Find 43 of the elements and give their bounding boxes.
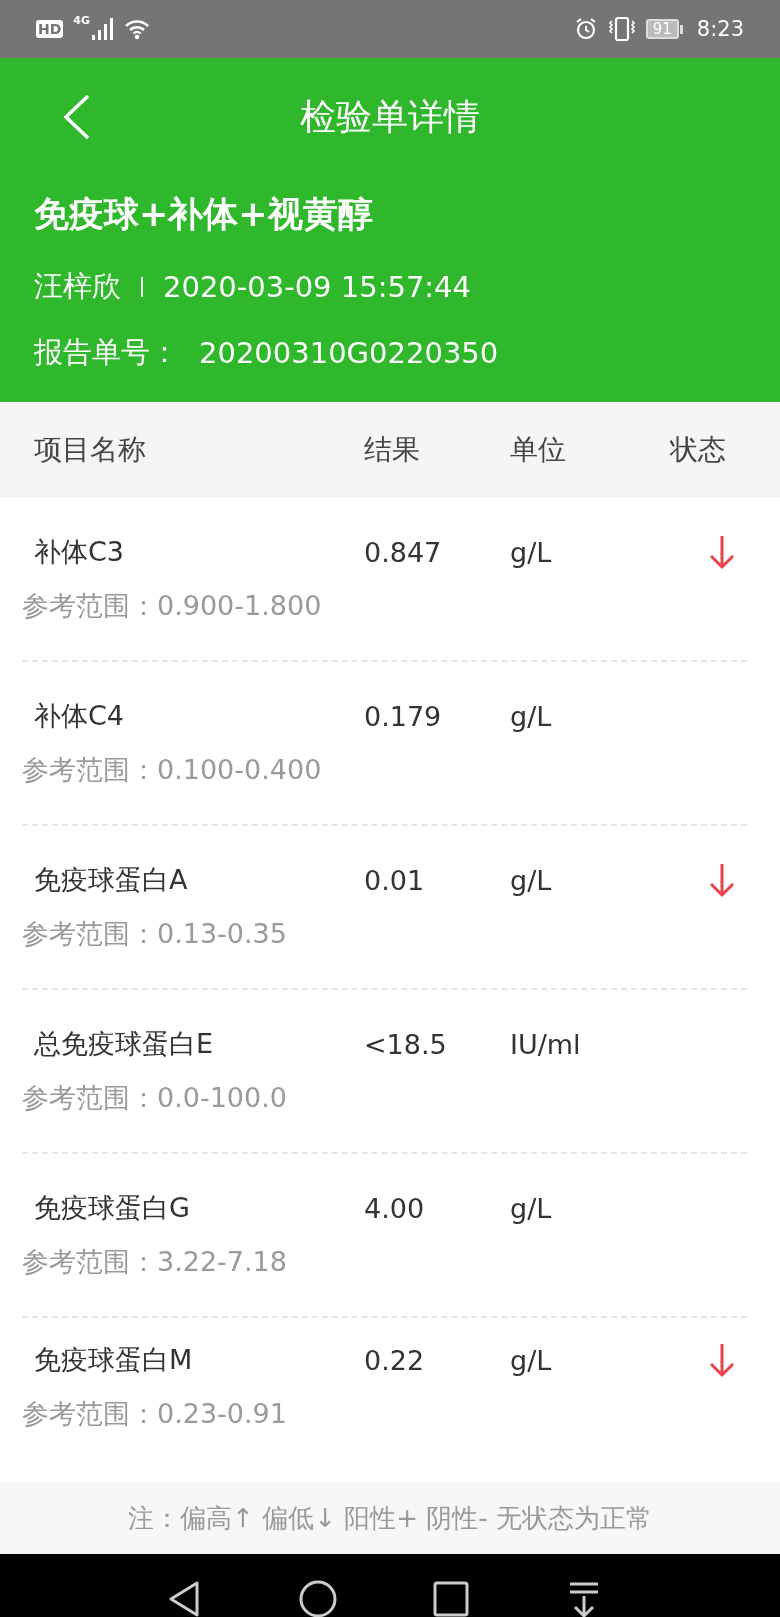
report-datetime: 2020-03-09 15:57:44 [163,270,471,304]
item-name: 总免疫球蛋白E [33,1027,215,1061]
item-name: 补体C4 [33,699,126,733]
column-header: 项目名称 [33,432,147,468]
result-value: 0.22 [364,1344,426,1376]
result-value: <18.5 [364,1028,448,1060]
item-name: 免疫球蛋白G [33,1191,191,1225]
reference-range: 参考范围：0.0-100.0 [22,1081,288,1115]
column-header: 状态 [670,432,727,468]
report-number-label: 报告单号： [34,334,179,371]
unit-text: g/L [510,864,553,896]
unit-text: IU/ml [510,1028,582,1060]
test-name: 免疫球+补体+视黄醇 [33,193,374,236]
unit-text: g/L [510,700,553,732]
unit-text: g/L [510,536,553,568]
reference-range: 参考范围：3.22-7.18 [22,1245,288,1279]
vibrate-icon [607,16,636,42]
hd-indicator: HD [36,20,64,38]
item-name: 免疫球蛋白M [33,1343,194,1377]
reference-range: 参考范围：0.100-0.400 [22,753,323,787]
item-name: 免疫球蛋白A [33,863,189,897]
result-value: 0.01 [364,864,426,896]
result-value: 4.00 [364,1192,426,1224]
wifi-icon [124,18,151,40]
item-name: 补体C3 [33,535,126,569]
home-nav-icon[interactable] [298,1579,338,1617]
result-value: 0.847 [364,536,443,568]
unit-text: g/L [510,1344,553,1376]
column-header: 结果 [364,432,421,468]
unit-text: g/L [510,1192,553,1224]
reference-range: 参考范围：0.900-1.800 [22,589,323,623]
patient-name: 汪梓欣 [34,268,121,305]
report-number: 20200310G0220350 [199,336,499,370]
reference-range: 参考范围：0.23-0.91 [22,1397,288,1431]
result-value: 0.179 [364,700,443,732]
signal-icon [92,18,115,40]
reference-range: 参考范围：0.13-0.35 [22,917,288,951]
network-type: 4G [73,14,91,27]
clock-time: 8:23 [696,17,744,41]
column-header: 单位 [510,432,567,468]
recents-nav-icon[interactable] [431,1579,471,1617]
legend-note: 注：偏高↑ 偏低↓ 阳性+ 阴性- 无状态为正常 [0,1482,780,1554]
page-title: 检验单详情 [300,94,480,139]
